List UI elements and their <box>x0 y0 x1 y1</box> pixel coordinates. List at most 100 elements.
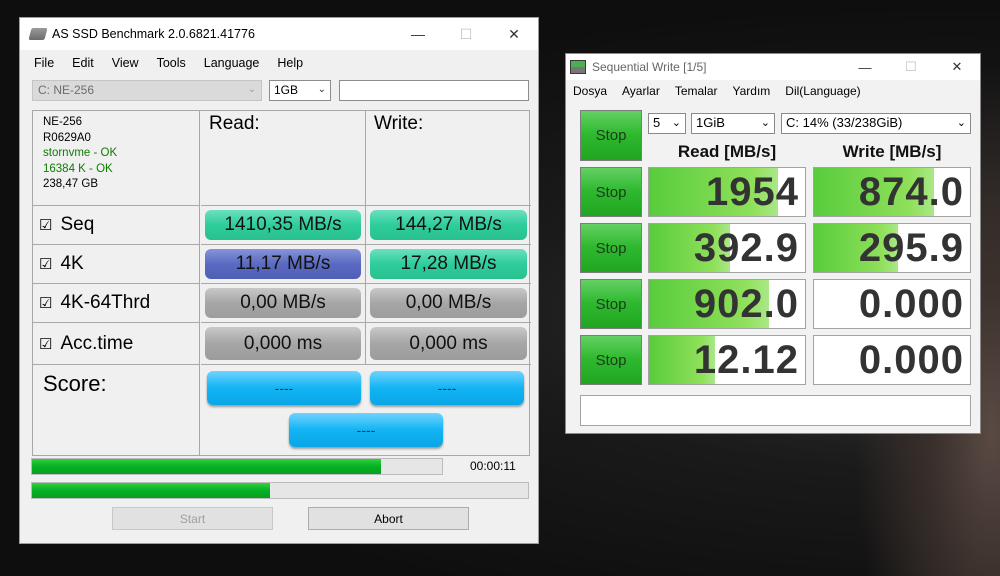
size-select-value: 1GiB <box>696 115 725 130</box>
menu-language[interactable]: Dil(Language) <box>785 84 860 98</box>
menu-dosya[interactable]: Dosya <box>573 84 607 98</box>
cdm-window-controls: — ☐ ✕ <box>842 54 980 80</box>
size-select[interactable]: 1GiB ⌄ <box>691 113 775 134</box>
stop-all-button[interactable]: Stop <box>580 110 642 161</box>
cdm-titlebar[interactable]: Sequential Write [1/5] — ☐ ✕ <box>566 54 980 80</box>
score-total: ---- <box>289 413 443 447</box>
drive-info: NE-256 R0629A0 stornvme - OK 16384 K - O… <box>33 111 200 206</box>
row-seq-label: Seq <box>60 214 95 235</box>
4k64-read-cell: 0,00 MB/s <box>201 284 366 323</box>
row3-write-result: 0.000 <box>813 279 971 329</box>
cdm-window-title: Sequential Write [1/5] <box>592 60 707 74</box>
maximize-icon: ☐ <box>459 25 473 42</box>
menu-ayarlar[interactable]: Ayarlar <box>622 84 660 98</box>
menu-view[interactable]: View <box>112 56 139 70</box>
progress-bar-sub-fill <box>32 483 271 498</box>
chevron-down-icon: ⌄ <box>247 84 256 95</box>
row3-read-result: 902.0 <box>648 279 806 329</box>
progress-bar-main-fill <box>32 459 381 474</box>
seq-read-cell: 1410,35 MB/s <box>201 206 366 245</box>
menu-file[interactable]: File <box>34 56 54 70</box>
4k-read-value: 11,17 MB/s <box>205 249 361 279</box>
menu-language[interactable]: Language <box>204 56 260 70</box>
4k64-read-value: 0,00 MB/s <box>205 288 361 318</box>
row4-read-result: 12.12 <box>648 335 806 385</box>
cdm-menu-bar: Dosya Ayarlar Temalar Yardım Dil(Languag… <box>566 80 980 102</box>
close-icon[interactable]: ✕ <box>934 54 980 80</box>
row-4k[interactable]: ☑ 4K <box>33 245 200 284</box>
checkbox-checked-icon[interactable]: ☑ <box>39 294 52 312</box>
checkbox-checked-icon[interactable]: ☑ <box>39 335 52 353</box>
menu-tools[interactable]: Tools <box>157 56 186 70</box>
acc-read-value: 0,000 ms <box>205 327 361 360</box>
abort-button[interactable]: Abort <box>308 507 469 530</box>
4k64-write-value: 0,00 MB/s <box>370 288 527 318</box>
results-grid: NE-256 R0629A0 stornvme - OK 16384 K - O… <box>32 110 531 456</box>
row-acc-time[interactable]: ☑ Acc.time <box>33 323 200 365</box>
row-4k-64thrd[interactable]: ☑ 4K-64Thrd <box>33 284 200 323</box>
drive-icon <box>28 28 48 40</box>
menu-help[interactable]: Help <box>277 56 303 70</box>
comment-field[interactable] <box>580 395 971 426</box>
row-acc-time-label: Acc.time <box>60 332 134 354</box>
menu-yardim[interactable]: Yardım <box>733 84 771 98</box>
seq-write-result: 874.0 <box>813 167 971 217</box>
menu-edit[interactable]: Edit <box>72 56 94 70</box>
stop-row-4-button[interactable]: Stop <box>580 335 642 385</box>
stop-row-2-button[interactable]: Stop <box>580 223 642 273</box>
score-read: ---- <box>207 371 361 405</box>
seq-read-value: 1954 <box>706 169 799 214</box>
seq-read-value: 1410,35 MB/s <box>205 210 361 240</box>
minimize-icon[interactable]: — <box>842 54 888 80</box>
stop-row-3-button[interactable]: Stop <box>580 279 642 329</box>
drive-select-value: C: NE-256 <box>38 83 95 97</box>
close-icon[interactable]: ✕ <box>490 18 538 50</box>
stop-row-1-button[interactable]: Stop <box>580 167 642 217</box>
window-controls: — ☐ ✕ <box>394 18 538 50</box>
4k-write-value: 17,28 MB/s <box>370 249 527 279</box>
crystaldiskmark-window: Sequential Write [1/5] — ☐ ✕ Dosya Ayarl… <box>565 53 981 434</box>
status-field <box>339 80 529 101</box>
maximize-icon: ☐ <box>905 59 917 74</box>
4k64-write-cell: 0,00 MB/s <box>366 284 531 323</box>
write-header: Write: <box>366 111 531 206</box>
row-seq[interactable]: ☑ Seq <box>33 206 200 245</box>
chevron-down-icon: ⌄ <box>956 117 966 129</box>
checkbox-checked-icon[interactable]: ☑ <box>39 216 52 234</box>
chevron-down-icon: ⌄ <box>760 117 770 129</box>
acc-write-value: 0,000 ms <box>370 327 527 360</box>
window-title: AS SSD Benchmark 2.0.6821.41776 <box>52 27 255 41</box>
score-label-cell: Score: <box>33 365 200 455</box>
app-icon <box>570 60 586 74</box>
drive-capacity: 238,47 GB <box>43 178 98 190</box>
menu-temalar[interactable]: Temalar <box>675 84 718 98</box>
minimize-icon[interactable]: — <box>394 18 442 50</box>
progress-bar-sub <box>31 482 529 499</box>
row3-read-value: 902.0 <box>693 281 799 326</box>
as-ssd-titlebar[interactable]: AS SSD Benchmark 2.0.6821.41776 — ☐ ✕ <box>20 18 538 50</box>
chevron-down-icon: ⌄ <box>317 84 326 95</box>
seq-write-value: 874.0 <box>858 169 964 214</box>
row-4k-label: 4K <box>60 253 84 274</box>
row4-write-result: 0.000 <box>813 335 971 385</box>
drive-select-value: C: 14% (33/238GiB) <box>786 115 903 130</box>
start-button[interactable]: Start <box>112 507 273 530</box>
as-ssd-window: AS SSD Benchmark 2.0.6821.41776 — ☐ ✕ Fi… <box>19 17 539 544</box>
write-column-header: Write [MB/s] <box>842 142 942 161</box>
alignment-status: 16384 K - OK <box>43 162 113 175</box>
read-header: Read: <box>201 111 366 206</box>
4k-write-cell: 17,28 MB/s <box>366 245 531 284</box>
drive-select[interactable]: C: 14% (33/238GiB) ⌄ <box>781 113 971 134</box>
drive-firmware: R0629A0 <box>43 131 91 144</box>
acc-read-cell: 0,000 ms <box>201 323 366 365</box>
row-4k-64thrd-label: 4K-64Thrd <box>60 292 151 313</box>
read-column-header: Read [MB/s] <box>677 142 777 161</box>
elapsed-time: 00:00:11 <box>470 459 516 473</box>
row2-write-result: 295.9 <box>813 223 971 273</box>
chevron-down-icon: ⌄ <box>671 117 681 129</box>
checkbox-checked-icon[interactable]: ☑ <box>39 255 52 273</box>
score-label: Score: <box>43 371 107 396</box>
count-select[interactable]: 5 ⌄ <box>648 113 686 134</box>
size-select[interactable]: 1GB ⌄ <box>269 80 331 101</box>
drive-select[interactable]: C: NE-256 ⌄ <box>32 80 262 101</box>
